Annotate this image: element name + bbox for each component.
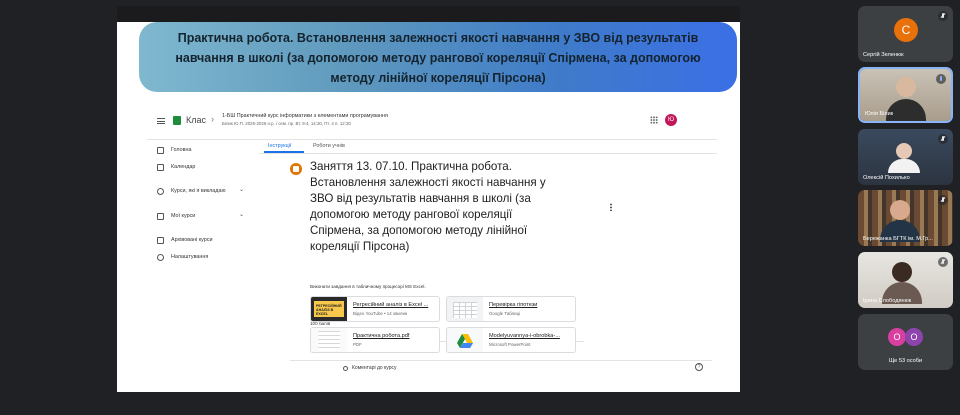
person-head: [890, 200, 910, 220]
people-icon: [157, 187, 164, 195]
chevron-down-icon[interactable]: ⌄: [239, 186, 244, 193]
pdf-thumbnail: [311, 328, 347, 352]
attachment-sheet[interactable]: Перевірка гіпотези Google Таблиці: [446, 296, 576, 322]
participant-tile[interactable]: Ірина Слободянюк: [858, 252, 953, 308]
sidebar-item-label: Курси, які я викладаю: [171, 188, 226, 194]
participant-name: Ірина Слободянюк: [863, 298, 912, 304]
comments-label: Коментарі до курсу: [352, 365, 397, 371]
chevron-right-icon: ›: [211, 114, 214, 124]
sidebar-item-enrolled[interactable]: Мої курси: [157, 211, 195, 221]
people-icon: [343, 365, 348, 371]
person-body: [886, 99, 926, 121]
attachment-pptx[interactable]: Modelyuvannya-i-obrobka-... Microsoft Po…: [446, 327, 576, 353]
participant-tile[interactable]: Олексій Похилько: [858, 129, 953, 185]
person-head: [896, 77, 916, 97]
course-title[interactable]: 1-БШ Практичний курс інформатики з елеме…: [222, 113, 388, 119]
tab-student-work[interactable]: Роботи учнів: [313, 143, 345, 149]
mic-off-icon: [938, 257, 948, 267]
class-comments-link[interactable]: Коментарі до курсу: [343, 365, 397, 371]
apps-grid-icon[interactable]: [650, 116, 658, 124]
sidebar-item-home[interactable]: Головна: [157, 145, 191, 155]
comments-divider: [290, 360, 712, 361]
sidebar-item-label: Календар: [171, 164, 196, 170]
sidebar-item-teaching[interactable]: Курси, які я викладаю: [157, 186, 226, 196]
sheet-thumbnail: [447, 297, 483, 321]
drive-thumbnail: [447, 328, 483, 352]
slide-title: Практична робота. Встановлення залежност…: [139, 22, 737, 92]
archive-icon: [157, 236, 164, 244]
mic-off-icon: [938, 11, 948, 21]
sidebar-item-label: Архівовані курси: [171, 237, 213, 243]
participant-name: Юлія Білик: [865, 111, 894, 117]
avatar: О: [905, 328, 923, 346]
person-head: [892, 262, 912, 282]
sidebar-item-calendar[interactable]: Календар: [157, 162, 195, 172]
attachment-name[interactable]: Перевірка гіпотези: [489, 302, 573, 308]
google-drive-icon: [457, 334, 473, 348]
thumbnail-text: РЕГРЕСІЙНИЙ АНАЛІЗ В EXCEL: [316, 304, 342, 316]
mic-off-icon: [938, 134, 948, 144]
participant-tile[interactable]: Бережанка БГТК ім. М.Гр...: [858, 190, 953, 246]
more-options-icon[interactable]: [610, 203, 612, 211]
sidebar-item-label: Головна: [171, 147, 192, 153]
brand-label[interactable]: Клас: [186, 115, 206, 125]
speaking-indicator-icon: [936, 74, 946, 84]
attachment-type: Microsoft PowerPoint: [489, 342, 531, 347]
meet-stage: Практична робота. Встановлення залежност…: [0, 0, 960, 415]
assignment-instructions: Виконати завдання в табличному процесорі…: [310, 284, 426, 289]
person-body: [888, 159, 920, 173]
attachment-type: Google Таблиці: [489, 311, 521, 316]
sidebar-item-settings[interactable]: Налаштування: [157, 252, 208, 262]
classroom-window: Клас › 1-БШ Практичний курс інформатики …: [147, 101, 717, 381]
attachment-type: Відео YouTube • 14 хвилин: [353, 311, 408, 316]
attachment-type: PDF: [353, 342, 362, 347]
attachment-name[interactable]: Регресійний аналіз в Excel ...: [353, 302, 437, 308]
participant-name: Бережанка БГТК ім. М.Гр...: [863, 236, 933, 242]
participant-tile[interactable]: Юлія Білик: [858, 67, 953, 123]
sidebar-item-archived[interactable]: Архівовані курси: [157, 235, 212, 245]
tabs-divider: [259, 153, 717, 154]
attachment-name[interactable]: Modelyuvannya-i-obrobka-...: [489, 333, 573, 339]
more-participants-tile[interactable]: О О Ще 53 особи: [858, 314, 953, 370]
classroom-logo: [173, 116, 181, 125]
user-avatar[interactable]: Ю: [665, 114, 677, 126]
more-participants-label: Ще 53 особи: [888, 358, 923, 364]
attachment-pdf[interactable]: Практична робота.pdf PDF: [310, 327, 440, 353]
chevron-down-icon[interactable]: ⌄: [239, 211, 244, 218]
calendar-icon: [157, 163, 164, 171]
tab-instructions[interactable]: Інструкції: [268, 143, 291, 149]
sidebar-item-label: Мої курси: [171, 213, 196, 219]
avatar: С: [894, 18, 918, 42]
participant-tile[interactable]: С Сергій Зеленюк: [858, 6, 953, 62]
participant-name: Сергій Зеленюк: [863, 52, 904, 58]
menu-icon[interactable]: [157, 118, 165, 124]
attachment-name[interactable]: Практична робота.pdf: [353, 333, 437, 339]
participant-name: Олексій Похилько: [863, 175, 910, 181]
shared-screen: Практична робота. Встановлення залежност…: [117, 6, 740, 392]
gear-icon: [157, 253, 164, 261]
share-topbar: [117, 6, 740, 22]
attachment-youtube[interactable]: РЕГРЕСІЙНИЙ АНАЛІЗ В EXCEL Регресійний а…: [310, 296, 440, 322]
mic-off-icon: [938, 195, 948, 205]
avatar: О: [888, 328, 906, 346]
home-icon: [157, 146, 164, 154]
person-head: [896, 143, 912, 159]
video-thumbnail: РЕГРЕСІЙНИЙ АНАЛІЗ В EXCEL: [311, 297, 347, 321]
school-icon: [157, 212, 164, 220]
assignment-title: Заняття 13. 07.10. Практична робота. Вст…: [310, 160, 546, 253]
course-subtitle: Білик Ю.П. 2025-2026 н.р. і сем. пр. Вт.…: [222, 121, 351, 126]
assignment-icon: [290, 163, 302, 175]
sidebar-item-label: Налаштування: [171, 254, 209, 260]
classroom-header: Клас › 1-БШ Практичний курс інформатики …: [147, 106, 717, 140]
help-icon[interactable]: ?: [695, 363, 703, 371]
